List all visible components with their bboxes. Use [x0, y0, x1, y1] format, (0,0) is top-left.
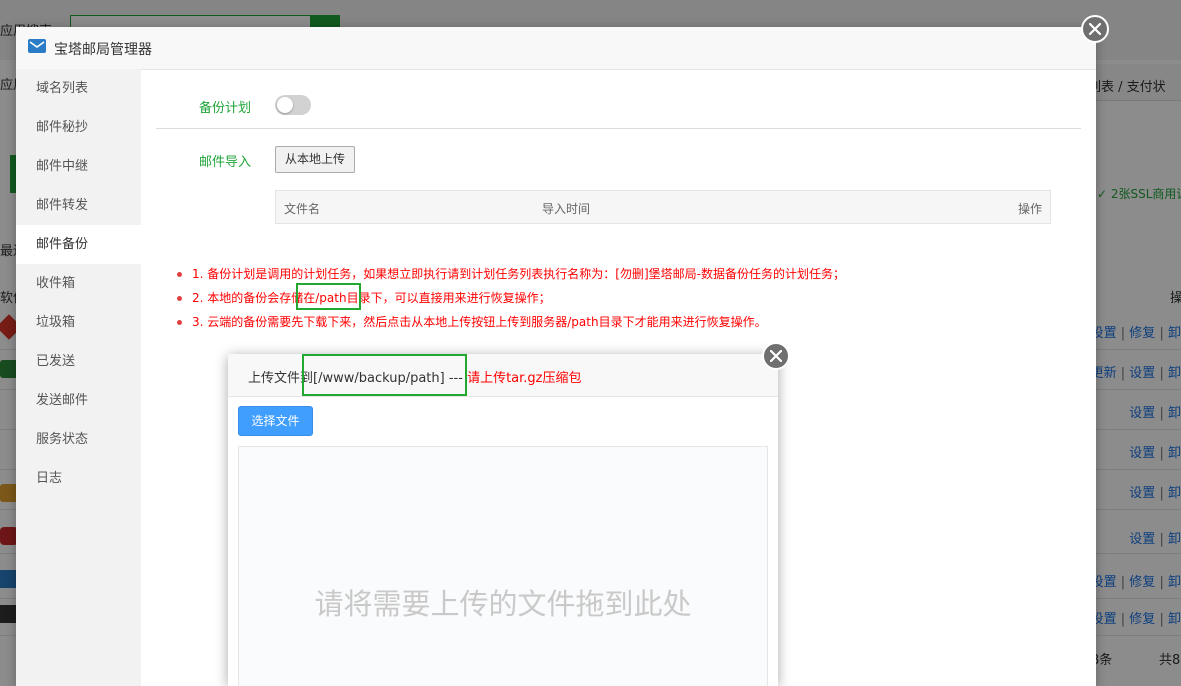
mail-icon: [28, 39, 46, 53]
upload-dialog: 上传文件到[/www/backup/path] --- 请上传tar.gz压缩包…: [228, 354, 778, 686]
highlight-path-tip: [296, 283, 361, 310]
sidebar-item-mail-backup[interactable]: 邮件备份: [16, 225, 141, 264]
bullet-dot: [177, 272, 182, 277]
column-header-import-time: 导入时间: [542, 202, 591, 216]
sidebar-item-service-status[interactable]: 服务状态: [16, 420, 141, 459]
sidebar-item-mail-bcc[interactable]: 邮件秘抄: [16, 108, 141, 147]
close-icon: [1089, 23, 1101, 35]
toggle-knob: [277, 97, 293, 113]
tip-item: 1. 备份计划是调用的计划任务，如果想立即执行请到计划任务列表执行名称为：[勿删…: [177, 265, 845, 282]
sidebar-item-inbox[interactable]: 收件箱: [16, 264, 141, 303]
backup-plan-toggle[interactable]: [275, 95, 311, 115]
mail-manager-sidebar: 域名列表 邮件秘抄 邮件中继 邮件转发 邮件备份 收件箱 垃圾箱 已发送 发送邮…: [16, 69, 141, 686]
highlight-upload-path: [302, 354, 467, 396]
bullet-dot: [177, 296, 182, 301]
backup-plan-label: 备份计划: [199, 101, 252, 116]
mail-manager-title: 宝塔邮局管理器: [54, 42, 152, 58]
upload-from-local-button[interactable]: 从本地上传: [275, 146, 356, 173]
choose-file-button[interactable]: 选择文件: [238, 406, 313, 436]
sidebar-item-send-mail[interactable]: 发送邮件: [16, 381, 141, 420]
mail-manager-close-button[interactable]: [1081, 15, 1109, 43]
upload-dialog-close-button[interactable]: [762, 342, 790, 370]
section-divider: [156, 128, 1081, 129]
bullet-dot: [177, 320, 182, 325]
tip-item: 2. 本地的备份会存储在/path目录下，可以直接用来进行恢复操作；: [177, 289, 551, 306]
close-icon: [770, 350, 782, 362]
column-header-filename: 文件名: [284, 202, 321, 216]
import-table-header: 文件名 导入时间 操作: [275, 190, 1051, 224]
file-drop-zone[interactable]: 请将需要上传的文件拖到此处: [238, 446, 768, 686]
column-header-actions: 操作: [1017, 202, 1042, 216]
sidebar-item-mail-relay[interactable]: 邮件中继: [16, 147, 141, 186]
sidebar-item-sent[interactable]: 已发送: [16, 342, 141, 381]
sidebar-item-trash[interactable]: 垃圾箱: [16, 303, 141, 342]
mail-manager-header: 宝塔邮局管理器: [16, 27, 1096, 70]
drop-zone-text: 请将需要上传的文件拖到此处: [314, 587, 692, 621]
sidebar-item-mail-forward[interactable]: 邮件转发: [16, 186, 141, 225]
sidebar-item-domain-list[interactable]: 域名列表: [16, 69, 141, 108]
mail-import-label: 邮件导入: [199, 155, 252, 170]
tip-item: 3. 云端的备份需要先下载下来，然后点击从本地上传按钮上传到服务器/path目录…: [177, 313, 767, 330]
sidebar-item-logs[interactable]: 日志: [16, 459, 141, 498]
